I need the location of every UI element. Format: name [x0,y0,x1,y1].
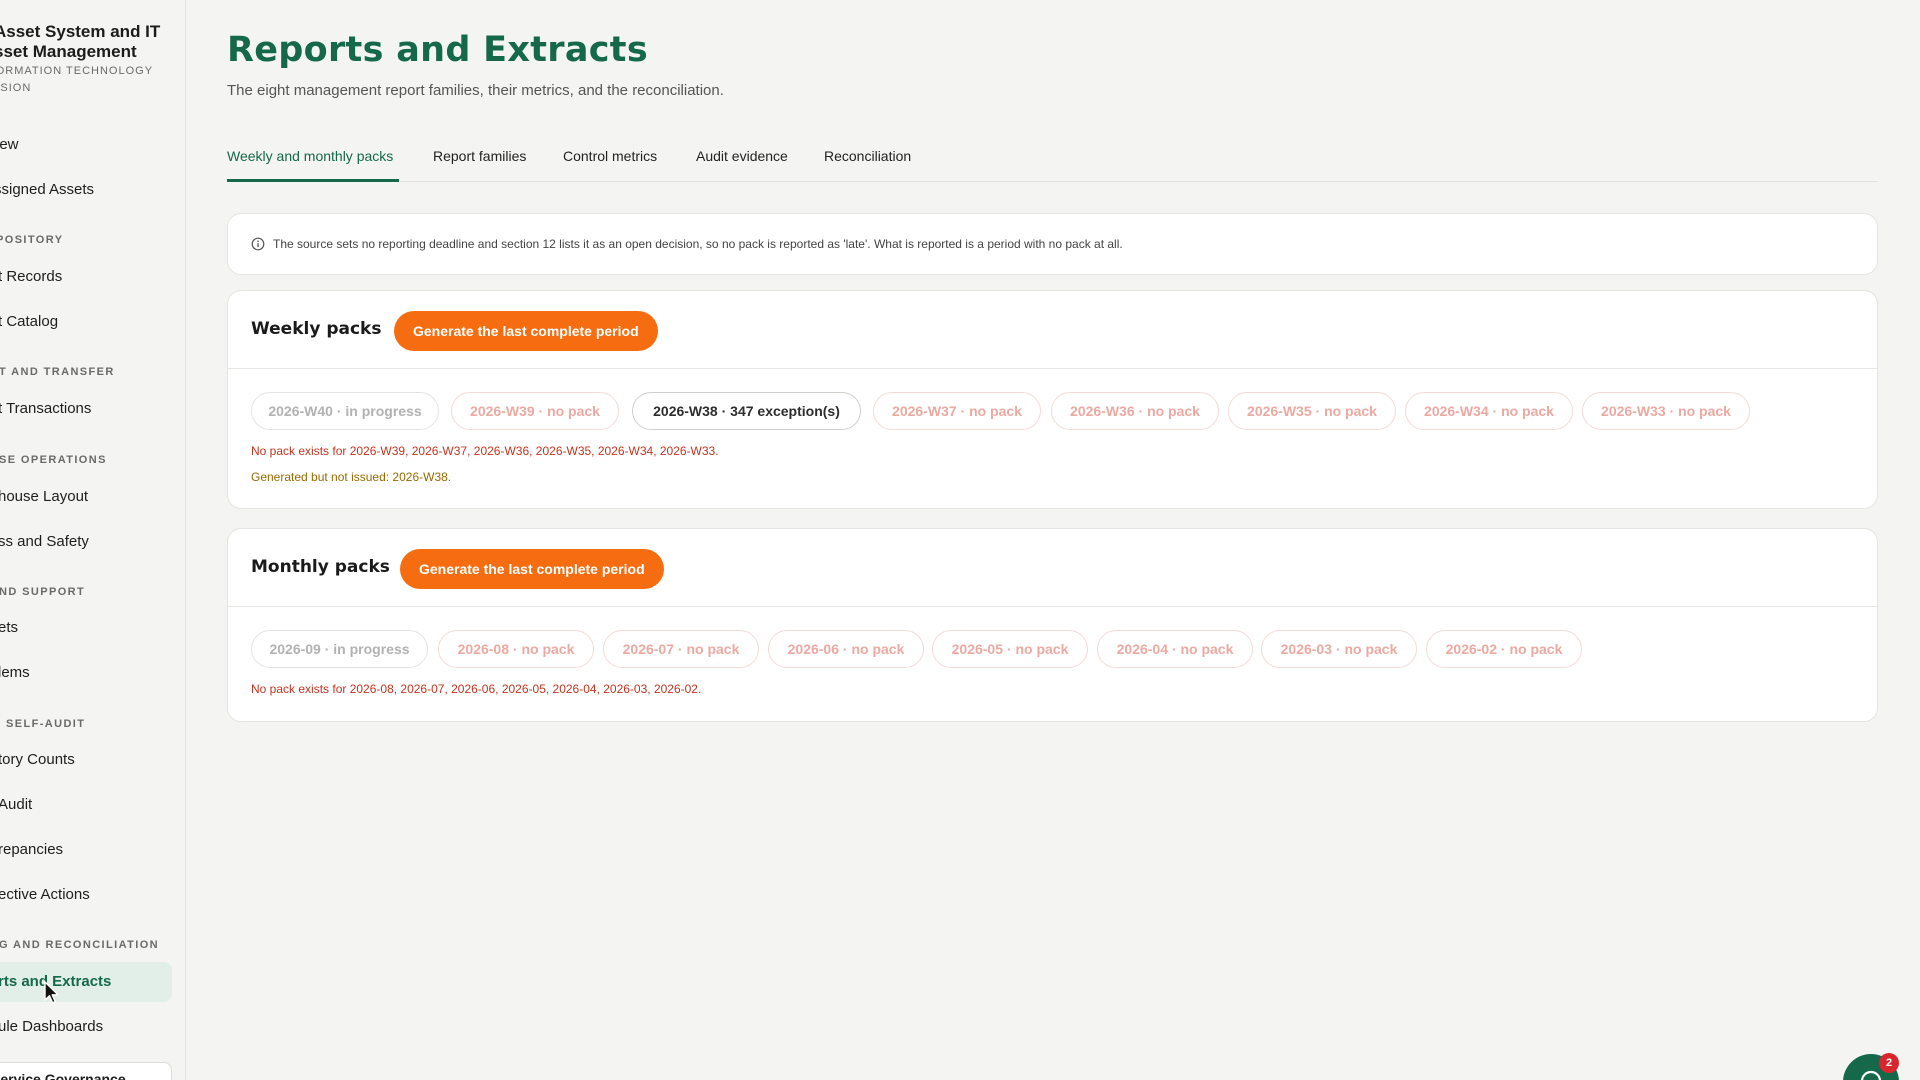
chat-notification-badge: 2 [1879,1053,1899,1073]
tab-reconciliation[interactable]: Reconciliation [824,148,911,164]
sidebar-item-assigned-assets[interactable]: ssigned Assets [0,170,172,210]
sidebar-item-label: tory Counts [0,751,75,768]
sidebar-item-asset-catalog[interactable]: t Catalog [0,302,172,342]
sidebar-footer-label: Service Governance [0,1071,126,1080]
sidebar-footer-card[interactable]: Service Governance [0,1062,172,1080]
sidebar-item-discrepancies[interactable]: repancies [0,830,172,870]
sidebar-item-asset-records[interactable]: t Records [0,257,172,297]
sidebar-item-module-dashboards[interactable]: ule Dashboards [0,1007,172,1047]
sidebar-item-label: repancies [0,841,64,858]
tab-bar: Weekly and monthly packs Report families… [227,144,1878,182]
monthly-missing-message: No pack exists for 2026-08, 2026-07, 202… [251,682,702,696]
tab-control-metrics[interactable]: Control metrics [563,148,657,164]
period-chip[interactable]: 2026-W33 · no pack [1582,392,1750,430]
mouse-cursor-icon [44,981,59,1004]
sidebar-item-label: t Records [0,268,63,285]
period-chip[interactable]: 2026-02 · no pack [1426,630,1582,668]
notice-text: The source sets no reporting deadline an… [273,237,1123,251]
sidebar-item-label: house Layout [0,488,89,505]
app-subtitle-line-1: FORMATION TECHNOLOGY [0,65,154,77]
sidebar-item-label: t Catalog [0,313,59,330]
period-chip[interactable]: 2026-07 · no pack [603,630,759,668]
sidebar-item-problems[interactable]: lems [0,653,172,693]
app-title-line-1: Asset System and IT [0,22,161,41]
weekly-not-issued-message: Generated but not issued: 2026-W38. [251,470,452,484]
app-subtitle: FORMATION TECHNOLOGY VISION [0,63,153,97]
monthly-packs-header: Monthly packs Generate the last complete… [228,529,1877,607]
period-chip[interactable]: 2026-W35 · no pack [1228,392,1396,430]
period-chip[interactable]: 2026-W40 · in progress [251,392,439,430]
weekly-missing-message: No pack exists for 2026-W39, 2026-W37, 2… [251,444,719,458]
sidebar-item-asset-transactions[interactable]: t Transactions [0,389,172,429]
sidebar-item-self-audit[interactable]: Audit [0,785,172,825]
sidebar-item-corrective-actions[interactable]: ective Actions [0,875,172,915]
generate-weekly-button[interactable]: Generate the last complete period [394,311,658,351]
info-icon [251,237,265,251]
sidebar-item-inventory-counts[interactable]: tory Counts [0,740,172,780]
app-subtitle-line-2: VISION [0,82,32,94]
info-notice: The source sets no reporting deadline an… [227,213,1878,275]
sidebar: Asset System and IT sset Management FORM… [0,0,186,1080]
sidebar-item-label: Audit [0,796,33,813]
page-title: Reports and Extracts [227,30,648,70]
tab-audit-evidence[interactable]: Audit evidence [696,148,788,164]
sidebar-item-label: ssigned Assets [0,181,95,198]
sidebar-item-overview[interactable]: iew [0,125,172,165]
sidebar-item-label: rts and Extracts [0,973,112,990]
sidebar-section-repository: POSITORY [0,234,64,246]
weekly-packs-header: Weekly packs Generate the last complete … [228,291,1877,369]
app-title-line-2: sset Management [0,42,137,61]
app-title: Asset System and IT sset Management [0,22,160,62]
sidebar-item-label: ule Dashboards [0,1018,104,1035]
generate-monthly-button[interactable]: Generate the last complete period [400,549,664,589]
monthly-packs-title: Monthly packs [251,557,390,577]
tab-report-families[interactable]: Report families [433,148,526,164]
period-chip[interactable]: 2026-04 · no pack [1097,630,1253,668]
sidebar-item-label: lems [0,664,30,681]
sidebar-section-counts-and-self-audit: SELF-AUDIT [6,718,86,730]
period-chip[interactable]: 2026-03 · no pack [1261,630,1417,668]
sidebar-item-access-and-safety[interactable]: ss and Safety [0,522,172,562]
sidebar-item-label: ss and Safety [0,533,89,550]
sidebar-item-label: iew [0,136,19,153]
period-chip[interactable]: 2026-W34 · no pack [1405,392,1573,430]
period-chip[interactable]: 2026-06 · no pack [768,630,924,668]
sidebar-item-label: ets [0,619,19,636]
sidebar-item-tickets[interactable]: ets [0,608,172,648]
period-chip[interactable]: 2026-05 · no pack [932,630,1088,668]
sidebar-section-reporting-and-reconciliation: G AND RECONCILIATION [0,939,159,951]
period-chip[interactable]: 2026-W36 · no pack [1051,392,1219,430]
weekly-packs-card: Weekly packs Generate the last complete … [227,290,1878,509]
tab-weekly-and-monthly-packs[interactable]: Weekly and monthly packs [227,148,393,164]
weekly-packs-title: Weekly packs [251,319,382,339]
sidebar-section-movement-and-transfer: T AND TRANSFER [0,366,115,378]
period-chip[interactable]: 2026-W39 · no pack [451,392,619,430]
monthly-packs-card: Monthly packs Generate the last complete… [227,528,1878,722]
page-subtitle: The eight management report families, th… [227,82,724,99]
period-chip[interactable]: 2026-W38 · 347 exception(s) [632,392,861,430]
sidebar-item-reports-and-extracts[interactable]: rts and Extracts [0,962,172,1002]
period-chip[interactable]: 2026-08 · no pack [438,630,594,668]
period-chip[interactable]: 2026-W37 · no pack [873,392,1041,430]
sidebar-item-warehouse-layout[interactable]: house Layout [0,477,172,517]
active-tab-indicator [227,179,399,182]
sidebar-section-service-and-support: ND SUPPORT [0,586,86,598]
sidebar-item-label: ective Actions [0,886,90,903]
sidebar-section-warehouse-operations: SE OPERATIONS [0,454,107,466]
sidebar-item-label: t Transactions [0,400,92,417]
period-chip[interactable]: 2026-09 · in progress [251,630,428,668]
